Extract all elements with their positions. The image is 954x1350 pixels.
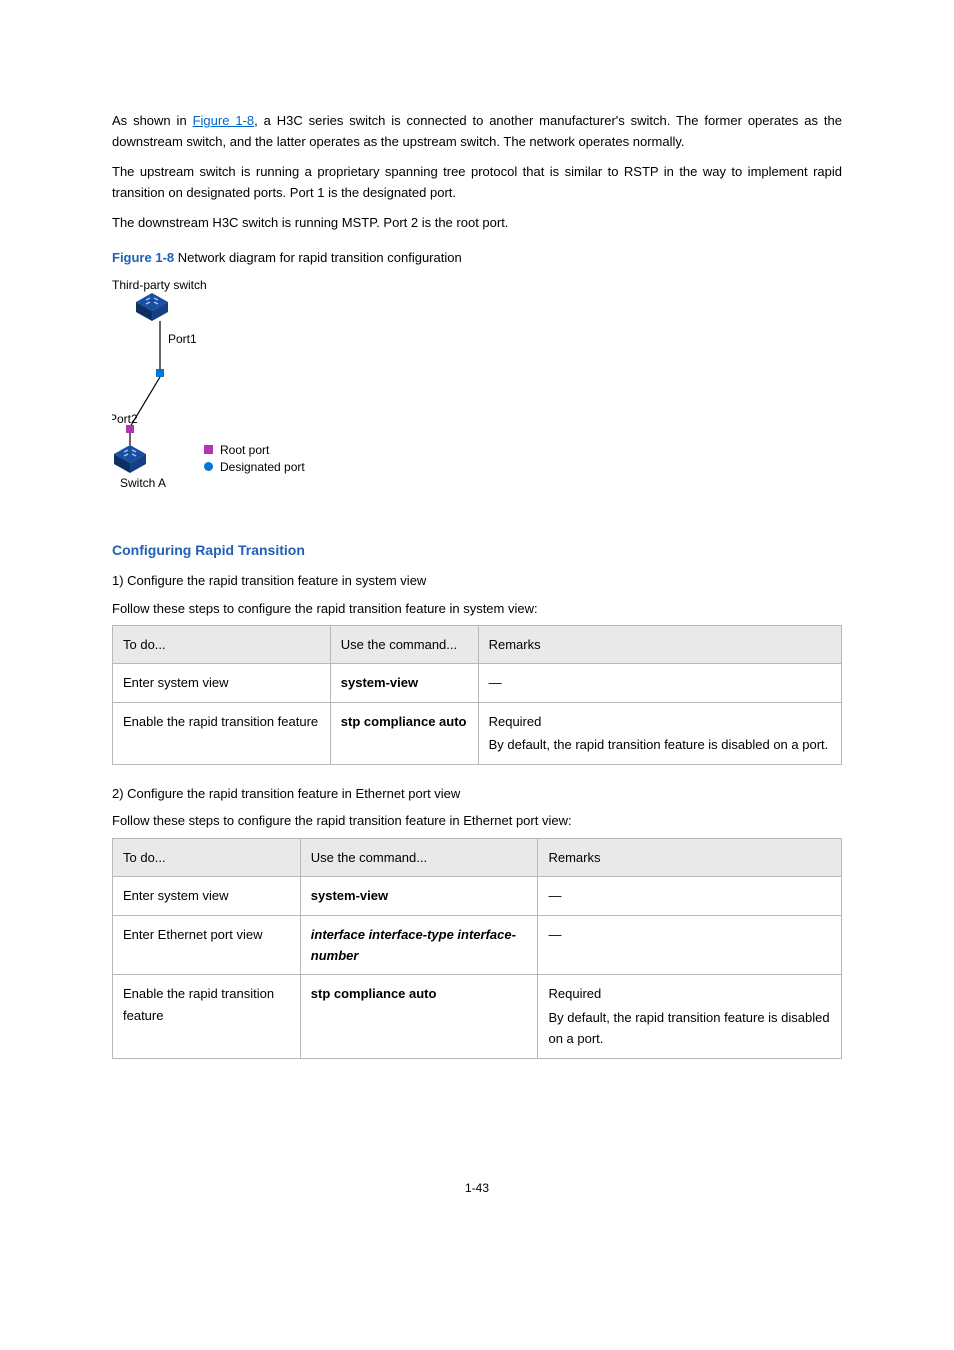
legend-designated-label: Designated port (220, 460, 305, 474)
th-use: Use the command... (300, 838, 538, 876)
label-port1: Port1 (168, 332, 197, 346)
part2-table: To do... Use the command... Remarks Ente… (112, 838, 842, 1059)
config-heading: Configuring Rapid Transition (112, 539, 842, 562)
designated-port-node (156, 369, 164, 377)
intro-paragraph-2: The upstream switch is running a proprie… (112, 161, 842, 204)
table-row: Enter Ethernet port view interface inter… (113, 915, 842, 975)
legend-root-swatch (204, 445, 213, 454)
part1-title: 1) Configure the rapid transition featur… (112, 570, 842, 591)
th-use: Use the command... (330, 626, 478, 664)
part1-table: To do... Use the command... Remarks Ente… (112, 625, 842, 765)
th-remarks: Remarks (478, 626, 841, 664)
table-row: Enable the rapid transition feature stp … (113, 702, 842, 764)
page-number: 1-43 (112, 1179, 842, 1199)
label-third-party: Third-party switch (112, 278, 207, 292)
figure-label: Figure 1-8 Network diagram for rapid tra… (112, 247, 842, 268)
label-switch-a: Switch A (120, 476, 166, 490)
table-row: Enable the rapid transition feature stp … (113, 975, 842, 1058)
part2-title: 2) Configure the rapid transition featur… (112, 783, 842, 804)
part1-follow: Follow these steps to configure the rapi… (112, 598, 842, 619)
table-row: Enter system view system-view — (113, 664, 842, 702)
legend-designated-swatch (204, 462, 213, 471)
label-port2: Port2 (112, 412, 138, 426)
legend-root-label: Root port (220, 443, 270, 457)
th-to: To do... (113, 626, 331, 664)
intro-paragraph-3: The downstream H3C switch is running MST… (112, 212, 842, 233)
part2-follow: Follow these steps to configure the rapi… (112, 810, 842, 831)
network-diagram: Third-party switch Port1 Port2 Switch A … (112, 275, 842, 511)
th-to: To do... (113, 838, 301, 876)
th-remarks: Remarks (538, 838, 842, 876)
table-row: Enter system view system-view — (113, 877, 842, 915)
figure-link[interactable]: Figure 1-8 (193, 113, 255, 128)
root-port-node (126, 425, 134, 433)
intro-paragraph-1: As shown in Figure 1-8, a H3C series swi… (112, 110, 842, 153)
